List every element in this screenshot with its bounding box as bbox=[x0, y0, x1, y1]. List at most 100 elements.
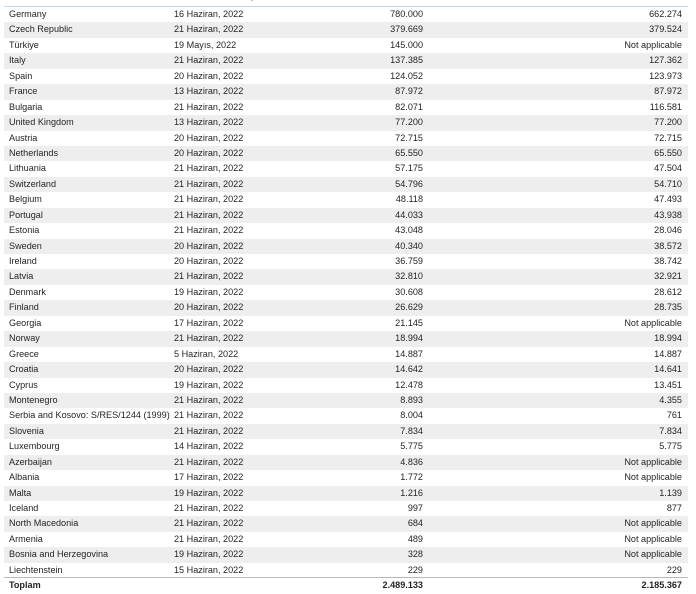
date-cell: 19 Mayıs, 2022 bbox=[174, 39, 237, 50]
country-cell: Finland bbox=[9, 302, 39, 313]
table-row[interactable]: Czech Republic 21 Haziran, 2022 379.669 379… bbox=[4, 22, 688, 38]
table-row[interactable]: Germany 16 Haziran, 2022 780.000 662.274 bbox=[4, 7, 688, 22]
country-cell: Armenia bbox=[9, 533, 43, 544]
value-2-cell: Not applicable bbox=[624, 39, 682, 50]
country-cell: Denmark bbox=[9, 286, 46, 297]
country-cell: Montenegro bbox=[9, 394, 58, 405]
table-row[interactable]: Cyprus 19 Haziran, 2022 12.478 13.451 bbox=[4, 378, 688, 393]
country-cell: Austria bbox=[9, 132, 38, 143]
table-row[interactable]: Estonia 21 Haziran, 2022 43.048 28.046 bbox=[4, 223, 688, 238]
table-row[interactable]: North Macedonia 21 Haziran, 2022 684 Not ap… bbox=[4, 516, 688, 532]
country-cell: Türkiye bbox=[9, 39, 39, 50]
value-1-cell: 8.893 bbox=[400, 394, 423, 405]
value-1-cell: 8.004 bbox=[400, 410, 423, 421]
value-1-cell: 40.340 bbox=[395, 240, 423, 251]
value-2-cell: 127.362 bbox=[649, 55, 682, 66]
value-2-cell: 123.973 bbox=[649, 70, 682, 81]
table-row[interactable]: Albania 17 Haziran, 2022 1.772 Not applicab… bbox=[4, 470, 688, 485]
table-row[interactable]: Sweden 20 Haziran, 2022 40.340 38.572 bbox=[4, 238, 688, 254]
value-1-cell: 26.629 bbox=[395, 302, 423, 313]
table-row[interactable]: Norway 21 Haziran, 2022 18.994 18.994 bbox=[4, 331, 688, 347]
country-cell: Czech Republic bbox=[9, 24, 73, 35]
value-2-cell: 7.834 bbox=[659, 425, 682, 436]
country-cell: Iceland bbox=[9, 503, 39, 513]
table-row[interactable]: Malta 19 Haziran, 2022 1.216 1.139 bbox=[4, 485, 688, 501]
table-row[interactable]: Finland 20 Haziran, 2022 26.629 28.735 bbox=[4, 300, 688, 316]
table-row[interactable]: Slovenia 21 Haziran, 2022 7.834 7.834 bbox=[4, 423, 688, 440]
value-1-cell: 18.994 bbox=[395, 333, 423, 344]
value-2-cell: 13.451 bbox=[654, 379, 682, 390]
table-row[interactable]: Liechtenstein 15 Haziran, 2022 229 229 bbox=[4, 563, 688, 578]
value-1-cell: 328 bbox=[407, 549, 423, 560]
date-cell: 16 Haziran, 2022 bbox=[174, 9, 244, 19]
value-2-cell: Not applicable bbox=[624, 472, 682, 483]
date-cell: 21 Haziran, 2022 bbox=[174, 425, 244, 436]
sort-caret-icon[interactable] bbox=[249, 0, 255, 1]
value-2-cell: Not applicable bbox=[624, 317, 682, 328]
value-1-cell: 48.118 bbox=[395, 194, 423, 205]
table-row[interactable]: Spain 20 Haziran, 2022 124.052 123.973 bbox=[4, 69, 688, 84]
date-cell: 21 Haziran, 2022 bbox=[174, 503, 244, 513]
value-1-cell: 379.669 bbox=[390, 24, 423, 35]
value-1-cell: 82.071 bbox=[395, 101, 423, 112]
value-2-cell: 77.200 bbox=[654, 117, 682, 128]
table-row[interactable]: Portugal 21 Haziran, 2022 44.033 43.938 bbox=[4, 207, 688, 224]
table-row[interactable]: Türkiye 19 Mayıs, 2022 145.000 Not applicab… bbox=[4, 38, 688, 53]
table-row[interactable]: Ireland 20 Haziran, 2022 36.759 38.742 bbox=[4, 254, 688, 269]
value-1-cell: 72.715 bbox=[395, 132, 423, 143]
table-row[interactable]: Bulgaria 21 Haziran, 2022 82.071 116.581 bbox=[4, 100, 688, 115]
table-row[interactable]: Greece 5 Haziran, 2022 14.887 14.887 bbox=[4, 347, 688, 362]
date-cell: 19 Haziran, 2022 bbox=[174, 487, 244, 498]
table-row[interactable]: Montenegro 21 Haziran, 2022 8.893 4.355 bbox=[4, 392, 688, 409]
table-row[interactable]: Georgia 17 Haziran, 2022 21.145 Not applica… bbox=[4, 316, 688, 331]
date-cell: 21 Haziran, 2022 bbox=[174, 55, 244, 66]
value-1-cell: 1.216 bbox=[400, 487, 423, 498]
table-row[interactable]: Luxembourg 14 Haziran, 2022 5.775 5.775 bbox=[4, 439, 688, 454]
value-2-cell: 43.938 bbox=[654, 209, 682, 220]
value-1-cell: 14.642 bbox=[395, 364, 423, 375]
value-2-cell: 47.493 bbox=[654, 194, 682, 205]
value-2-cell: 662.274 bbox=[649, 9, 682, 19]
value-1-cell: 7.834 bbox=[400, 425, 423, 436]
table-row[interactable]: Austria 20 Haziran, 2022 72.715 72.715 bbox=[4, 131, 688, 146]
value-1-cell: 124.052 bbox=[390, 70, 423, 81]
value-2-cell: 4.355 bbox=[659, 394, 682, 405]
table-row[interactable]: Denmark 19 Haziran, 2022 30.608 28.612 bbox=[4, 285, 688, 300]
table-row[interactable]: Azerbaijan 21 Haziran, 2022 4.836 Not appli… bbox=[4, 454, 688, 471]
table-row[interactable]: Iceland 21 Haziran, 2022 997 877 bbox=[4, 501, 688, 516]
table-row[interactable]: United Kingdom 13 Haziran, 2022 77.200 77.2… bbox=[4, 115, 688, 131]
table-row[interactable]: Belgium 21 Haziran, 2022 48.118 47.493 bbox=[4, 192, 688, 207]
total-row: Toplam 2.489.133 2.185.367 bbox=[4, 578, 688, 593]
value-2-cell: Not applicable bbox=[624, 518, 682, 529]
table-row[interactable]: Switzerland 21 Haziran, 2022 54.796 54.710 bbox=[4, 176, 688, 193]
table-row[interactable]: Latvia 21 Haziran, 2022 32.810 32.921 bbox=[4, 269, 688, 285]
date-cell: 21 Haziran, 2022 bbox=[174, 518, 244, 529]
total-label: Toplam bbox=[9, 580, 41, 590]
value-1-cell: 77.200 bbox=[395, 117, 423, 128]
table-row[interactable]: Armenia 21 Haziran, 2022 489 Not applicable bbox=[4, 532, 688, 547]
date-cell: 19 Haziran, 2022 bbox=[174, 286, 244, 297]
country-cell: Italy bbox=[9, 55, 26, 66]
country-cell: Sweden bbox=[9, 240, 42, 251]
value-1-cell: 5.775 bbox=[400, 441, 423, 452]
date-cell: 13 Haziran, 2022 bbox=[174, 117, 244, 128]
table-row[interactable]: France 13 Haziran, 2022 87.972 87.972 bbox=[4, 84, 688, 100]
date-cell: 21 Haziran, 2022 bbox=[174, 456, 244, 467]
date-cell: 21 Haziran, 2022 bbox=[174, 333, 244, 344]
table-row[interactable]: Italy 21 Haziran, 2022 137.385 127.362 bbox=[4, 53, 688, 69]
table-row[interactable]: Netherlands 20 Haziran, 2022 65.550 65.550 bbox=[4, 145, 688, 162]
table-row[interactable]: Croatia 20 Haziran, 2022 14.642 14.641 bbox=[4, 362, 688, 378]
country-cell: Luxembourg bbox=[9, 441, 60, 452]
value-2-cell: 38.742 bbox=[654, 256, 682, 266]
table-row[interactable]: Lithuania 21 Haziran, 2022 57.175 47.504 bbox=[4, 161, 688, 176]
table-row[interactable]: Bosnia and Herzegovina 19 Haziran, 2022 32… bbox=[4, 547, 688, 563]
value-2-cell: 1.139 bbox=[659, 487, 682, 498]
value-1-cell: 44.033 bbox=[395, 209, 423, 220]
date-cell: 19 Haziran, 2022 bbox=[174, 379, 244, 390]
value-2-cell: 5.775 bbox=[659, 441, 682, 452]
table-row[interactable]: Serbia and Kosovo: S/RES/1244 (1999) 21 H… bbox=[4, 408, 688, 423]
country-cell: Greece bbox=[9, 348, 39, 359]
date-cell: 17 Haziran, 2022 bbox=[174, 317, 244, 328]
date-cell: 21 Haziran, 2022 bbox=[174, 533, 244, 544]
value-1-cell: 12.478 bbox=[395, 379, 423, 390]
